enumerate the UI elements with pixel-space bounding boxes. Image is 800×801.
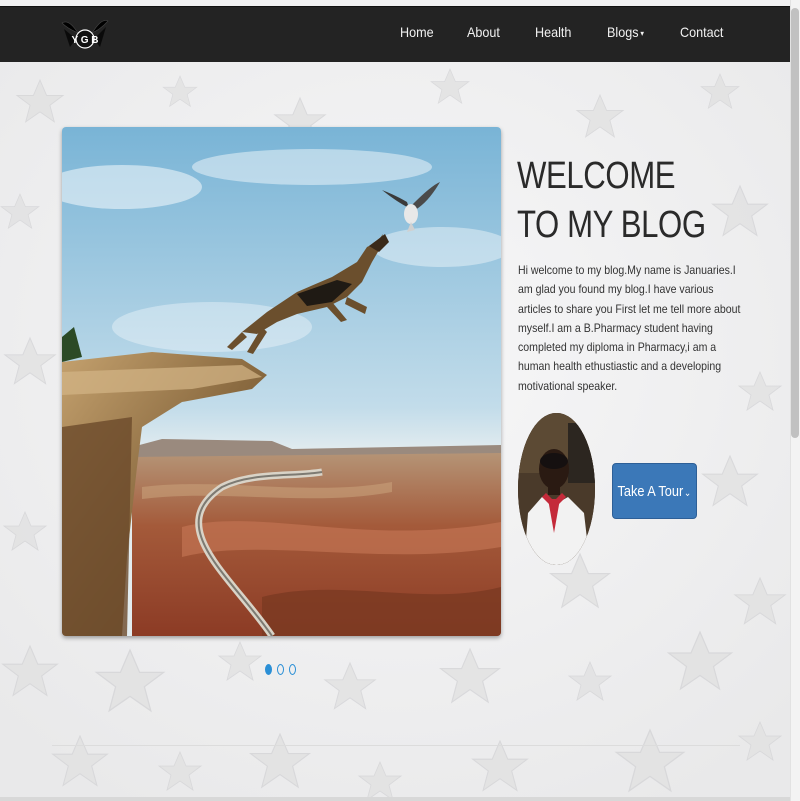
tour-button-label: Take A Tour xyxy=(617,482,684,500)
chevron-down-icon: ⌄ xyxy=(684,487,692,499)
section-divider xyxy=(52,745,740,746)
nav-home[interactable]: Home xyxy=(400,24,434,40)
nav-health[interactable]: Health xyxy=(535,24,571,40)
scrollbar-thumb[interactable] xyxy=(791,8,799,438)
nav-contact[interactable]: Contact xyxy=(680,24,723,40)
hero-intro-text: Hi welcome to my blog.My name is Januari… xyxy=(518,263,741,393)
nav-about[interactable]: About xyxy=(467,24,500,40)
nav-menu: Home About Health Blogs ▾ Contact xyxy=(0,7,790,63)
caret-down-icon: ▾ xyxy=(640,28,644,38)
avatar xyxy=(518,413,595,565)
hero-title: WELCOME TO MY BLOG xyxy=(517,155,706,246)
carousel-dot-3[interactable] xyxy=(289,664,296,675)
carousel-indicators xyxy=(265,664,305,676)
vertical-scrollbar[interactable] xyxy=(790,0,800,801)
page-bottom-edge xyxy=(0,797,790,801)
carousel-dot-1[interactable] xyxy=(265,664,272,675)
navbar: Y G B Home About Health Blogs ▾ Contact xyxy=(0,6,790,62)
take-a-tour-button[interactable]: Take A Tour⌄ xyxy=(612,463,697,519)
nav-blogs-label: Blogs xyxy=(607,24,639,40)
hero-carousel-image xyxy=(62,127,501,636)
carousel-dot-2[interactable] xyxy=(277,664,284,675)
nav-blogs-dropdown[interactable]: Blogs ▾ xyxy=(607,24,644,40)
